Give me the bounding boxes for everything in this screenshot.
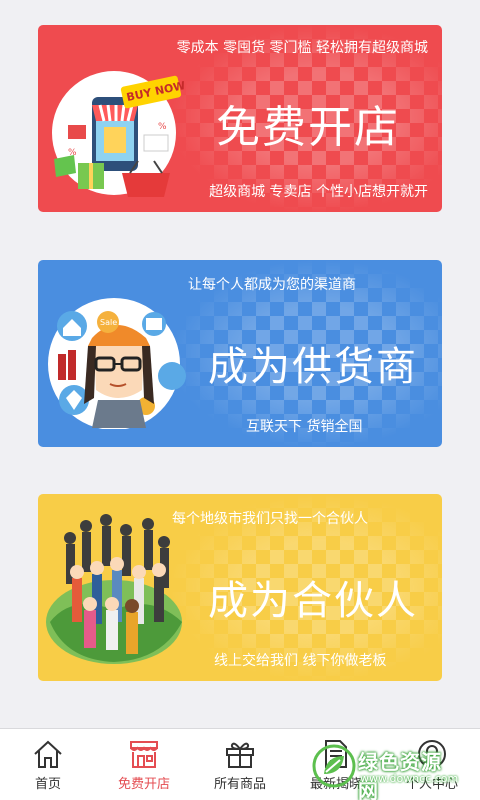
banner-tagline-bottom: 超级商城 专卖店 个性小店想开就开: [209, 184, 428, 200]
storefront-icon: [130, 741, 158, 768]
banner-headline: 成为合伙人: [208, 578, 418, 624]
banner-tagline-top: 让每个人都成为您的渠道商: [188, 277, 356, 293]
svg-text:%: %: [68, 148, 77, 158]
watermark-url: www.downcc.com: [360, 772, 459, 785]
tab-label: 首页: [34, 777, 61, 792]
watermark: 绿色资源网 www.downcc.com: [312, 744, 462, 800]
free-shop-banner[interactable]: 零成本 零囤货 零门槛 轻松拥有超级商城 BUY NOW % % 免费开店 超级…: [38, 25, 442, 212]
banner-tagline-bottom: 线上交给我们 线下你做老板: [214, 653, 387, 669]
banner-headline: 成为供货商: [208, 344, 418, 390]
supplier-banner[interactable]: 让每个人都成为您的渠道商 Sale 成为供货商 互联天下 货销全国: [38, 260, 442, 447]
tab-free-shop[interactable]: 免费开店: [96, 729, 192, 800]
tab-all-products[interactable]: 所有商品: [192, 729, 288, 800]
partner-globe-illustration-icon: [46, 514, 182, 664]
banner-tagline-top: 每个地级市我们只找一个合伙人: [172, 511, 368, 527]
banner-tagline-bottom: 互联天下 货销全国: [246, 419, 363, 435]
partner-banner[interactable]: 每个地级市我们只找一个合伙人 成为合伙人 线上交给我们 线下你做老板: [38, 494, 442, 681]
banner-headline: 免费开店: [216, 102, 400, 153]
svg-text:%: %: [158, 122, 167, 132]
home-icon: [34, 740, 62, 768]
tab-label: 免费开店: [117, 777, 170, 792]
gift-icon: [226, 742, 254, 768]
supplier-illustration-icon: Sale: [48, 298, 186, 429]
leaf-logo-icon: [312, 744, 356, 788]
tab-label: 所有商品: [213, 777, 266, 792]
banner-tagline-top: 零成本 零囤货 零门槛 轻松拥有超级商城: [176, 40, 428, 56]
shop-illustration-icon: BUY NOW % %: [52, 71, 187, 197]
app-screen: 零成本 零囤货 零门槛 轻松拥有超级商城 BUY NOW % % 免费开店 超级…: [0, 0, 480, 800]
svg-text:Sale: Sale: [100, 318, 117, 327]
tab-home[interactable]: 首页: [0, 729, 96, 800]
